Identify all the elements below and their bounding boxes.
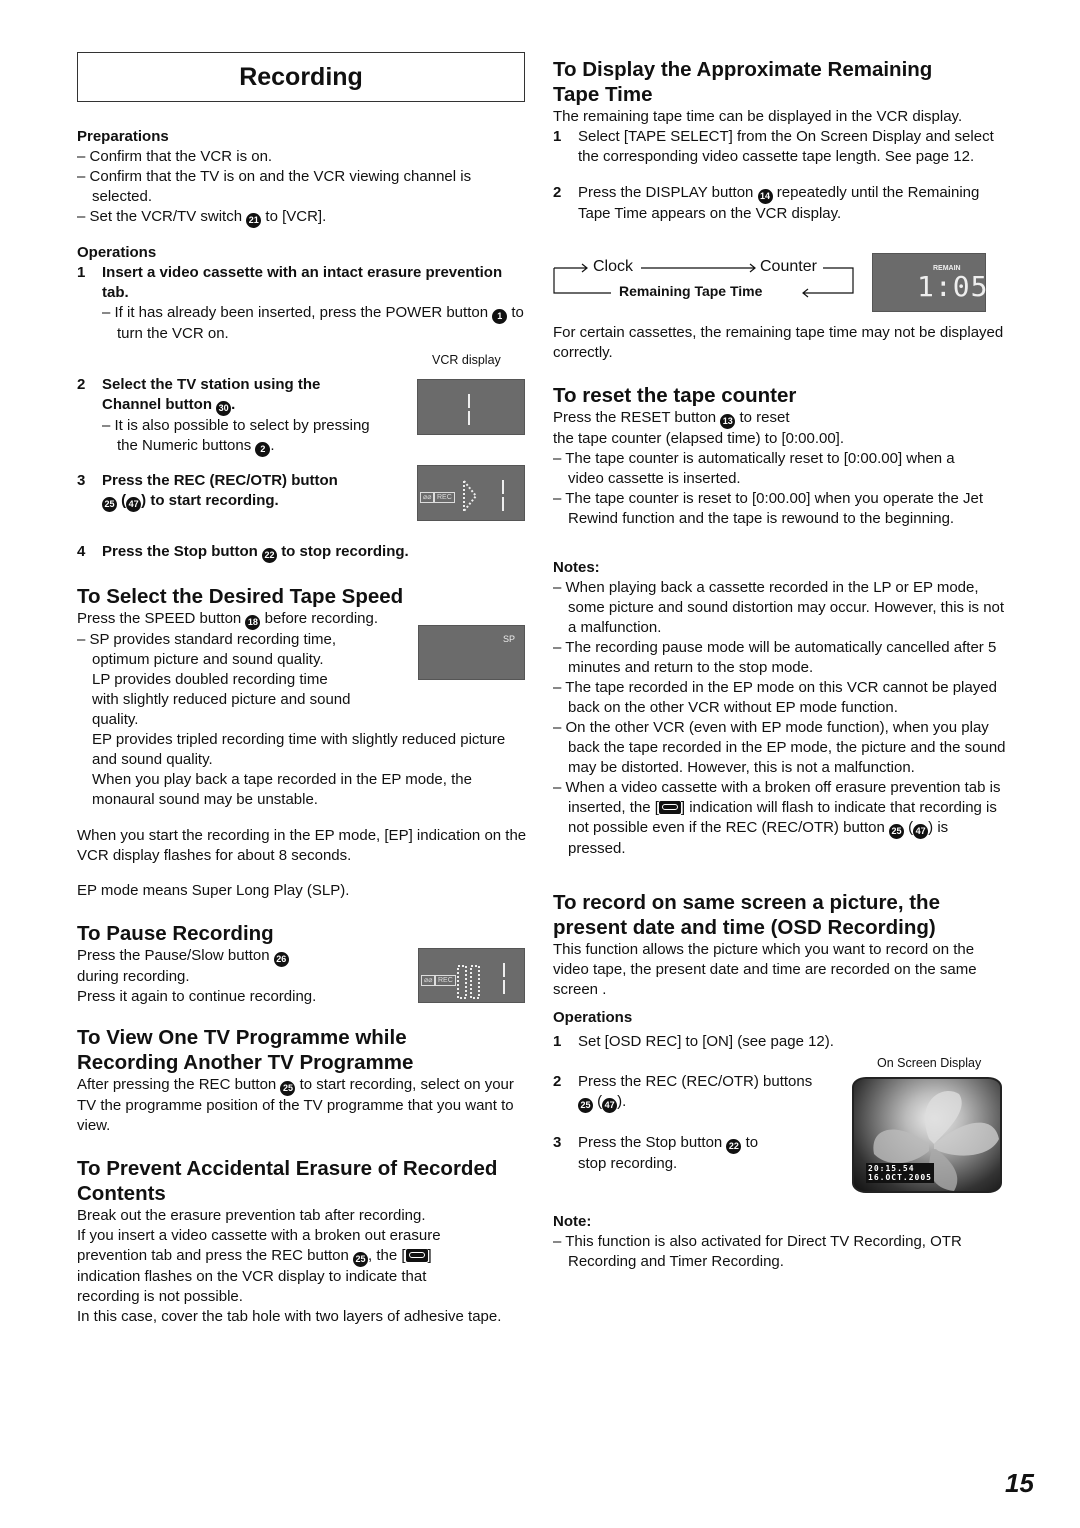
cycle-remaining: Remaining Tape Time xyxy=(619,283,763,299)
ref-number-icon: 21 xyxy=(246,213,262,228)
ref-number-icon: 47 xyxy=(602,1098,618,1113)
ref-number-icon: 1 xyxy=(492,309,508,324)
tape-icon: ⌀⌀ xyxy=(421,975,436,986)
note-item: – When playing back a cassette recorded … xyxy=(553,579,1005,636)
reset-section: To reset the tape counter Press the RESE… xyxy=(553,383,1008,529)
vcr-display-speed: SP xyxy=(418,625,525,680)
preparations-section: Preparations – Confirm that the VCR is o… xyxy=(77,127,527,228)
osd-display-label: On Screen Display xyxy=(877,1056,982,1070)
ref-number-icon: 25 xyxy=(353,1252,369,1267)
osd-heading: To record on same screen a picture, the … xyxy=(553,891,940,939)
reset-heading: To reset the tape counter xyxy=(553,384,797,407)
cassette-icon xyxy=(405,1249,428,1262)
preparations-heading: Preparations xyxy=(77,128,169,145)
view-other-heading: To View One TV Programme while Recording… xyxy=(77,1026,414,1074)
operations-section: Operations 1 Insert a video cassette wit… xyxy=(77,243,527,344)
page-title: Recording xyxy=(77,52,525,102)
prep-item: – Set the VCR/TV switch 21 to [VCR]. xyxy=(77,207,527,228)
display-cycle-diagram: Clock Counter Remaining Tape Time xyxy=(553,255,858,305)
remaining-step: 1 Select [TAPE SELECT] from the On Scree… xyxy=(553,128,994,165)
ref-number-icon: 14 xyxy=(757,189,773,204)
speed-indicator: SP xyxy=(502,634,515,644)
rec-indicator: REC xyxy=(435,975,456,986)
ref-number-icon: 25 xyxy=(888,824,904,839)
note-item: – On the other VCR (even with EP mode fu… xyxy=(553,719,1006,776)
osd-step: 3 Press the Stop button 22 to stop recor… xyxy=(553,1134,759,1172)
page-number: 15 xyxy=(1005,1468,1034,1498)
operation-step-4: 4 Press the Stop button 22 to stop recor… xyxy=(77,542,527,563)
operation-step-2: 2 Select the TV station using the Channe… xyxy=(77,375,377,457)
view-other-section: To View One TV Programme while Recording… xyxy=(77,1026,514,1134)
ref-number-icon: 25 xyxy=(280,1081,296,1096)
cycle-counter: Counter xyxy=(760,258,817,275)
remaining-note: For certain cassettes, the remaining tap… xyxy=(553,324,1004,361)
vcr-display-label: VCR display xyxy=(432,353,501,367)
tape-icon: ⌀⌀ xyxy=(420,492,435,503)
ref-number-icon: 25 xyxy=(102,497,117,512)
pause-digits-icon xyxy=(457,965,480,999)
ref-number-icon: 18 xyxy=(245,615,261,630)
vcr-display-remain: REMAIN 1:05 xyxy=(872,253,989,312)
osd-note-section: Note: – This function is also activated … xyxy=(553,1212,1008,1272)
operation-substep: – If it has already been inserted, press… xyxy=(102,304,524,342)
cassette-icon xyxy=(658,801,681,814)
osd-steps: 2 Press the REC (REC/OTR) buttons 25 (47… xyxy=(553,1072,823,1174)
pause-heading: To Pause Recording xyxy=(77,922,274,945)
prep-item: – Confirm that the VCR is on. xyxy=(77,148,273,165)
ref-number-icon: 25 xyxy=(578,1098,593,1113)
operation-step-3: 3 Press the REC (REC/OTR) button 25 (47)… xyxy=(77,471,397,512)
tape-speed-heading: To Select the Desired Tape Speed xyxy=(77,585,404,608)
operation-step: 1 Insert a video cassette with an intact… xyxy=(77,264,503,301)
ref-number-icon: 26 xyxy=(273,952,289,967)
remain-value: 1:05 xyxy=(917,270,989,303)
notes-section: Notes: – When playing back a cassette re… xyxy=(553,558,1008,859)
osd-note-heading: Note: xyxy=(553,1213,592,1230)
osd-timestamp: 20:15.54 16.OCT.2005 xyxy=(866,1163,934,1183)
prevent-erasure-heading: To Prevent Accidental Erasure of Recorde… xyxy=(77,1157,498,1205)
remaining-step: 2 Press the DISPLAY button 14 repeatedly… xyxy=(553,184,980,222)
rec-indicator: REC xyxy=(434,492,455,503)
pause-section: To Pause Recording Press the Pause/Slow … xyxy=(77,921,417,1007)
vcr-display-channel xyxy=(417,379,525,435)
prevent-erasure-section: To Prevent Accidental Erasure of Recorde… xyxy=(77,1156,532,1327)
osd-step: 1 Set [OSD REC] to [ON] (see page 12). xyxy=(553,1033,834,1050)
ref-number-icon: 22 xyxy=(262,548,278,563)
ref-number-icon: 30 xyxy=(216,401,232,416)
remaining-time-heading: To Display the Approximate Remaining Tap… xyxy=(553,58,933,106)
remaining-time-section: To Display the Approximate Remaining Tap… xyxy=(553,57,1008,224)
ref-number-icon: 13 xyxy=(720,414,736,429)
vcr-display-recording: ⌀⌀ REC xyxy=(417,465,525,521)
ref-number-icon: 47 xyxy=(126,497,142,512)
operations-heading: Operations xyxy=(77,244,157,261)
note-item: – The tape recorded in the EP mode on th… xyxy=(553,679,997,716)
osd-section: To record on same screen a picture, the … xyxy=(553,890,1008,1052)
note-item: – When a video cassette with a broken of… xyxy=(553,779,1001,857)
note-item: – The recording pause mode will be autom… xyxy=(553,639,997,676)
notes-heading: Notes: xyxy=(553,559,600,576)
prep-item: – Confirm that the TV is on and the VCR … xyxy=(77,168,472,205)
ref-number-icon: 2 xyxy=(255,442,271,457)
osd-screen-image: 20:15.54 16.OCT.2005 xyxy=(852,1077,1002,1193)
vcr-display-pause: ⌀⌀ REC xyxy=(418,948,525,1003)
ref-number-icon: 22 xyxy=(726,1139,742,1154)
play-indicator-icon xyxy=(463,480,478,512)
ref-number-icon: 47 xyxy=(913,824,929,839)
osd-step: 2 Press the REC (REC/OTR) buttons 25 (47… xyxy=(553,1072,823,1113)
cycle-clock: Clock xyxy=(593,258,634,275)
osd-operations-heading: Operations xyxy=(553,1009,633,1026)
